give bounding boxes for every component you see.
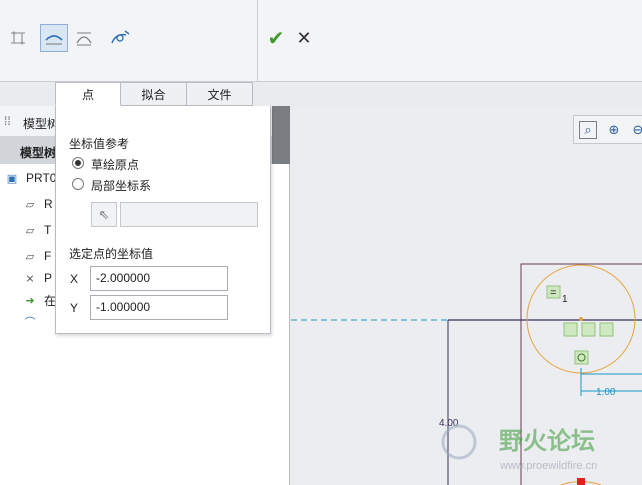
tree-item-part[interactable]: ▣ PRT0	[4, 167, 57, 189]
cancel-button[interactable]: ✕	[293, 26, 315, 50]
model-tree-title: 模型树	[23, 117, 60, 131]
cursor-arrow-icon: ⇖	[98, 206, 110, 222]
tab-bar: 点 拟合 文件	[55, 82, 253, 106]
tab-point[interactable]: 点	[55, 82, 121, 106]
constraint-index: 1	[562, 294, 568, 305]
close-icon: ✕	[296, 27, 312, 48]
tree-item-insert-here[interactable]: ➜ 在	[22, 289, 56, 311]
constraint-horizontal-box[interactable]	[599, 322, 614, 337]
select-ref-button[interactable]: ⇖	[91, 202, 117, 227]
zoom-out-icon[interactable]: ⊖	[629, 121, 642, 139]
dimension-horizontal[interactable]: 1.00	[596, 387, 616, 398]
tree-item-sketch[interactable]: ⌒	[22, 311, 44, 333]
watermark: 野火论坛 www.proewildfire.cn	[441, 424, 597, 472]
local-csys-radio[interactable]	[72, 178, 84, 190]
watermark-url: www.proewildfire.cn	[499, 460, 597, 472]
local-csys-radio-label: 局部坐标系	[91, 179, 152, 193]
tree-item-label: F	[44, 249, 52, 263]
origin-radio[interactable]	[72, 157, 84, 169]
insert-here-icon: ➜	[25, 294, 35, 307]
y-value-field[interactable]: -1.000000	[90, 295, 228, 320]
x-label: X	[70, 272, 79, 286]
datum-plane-icon: ▱	[25, 250, 35, 263]
tab-fit[interactable]: 拟合	[121, 82, 187, 106]
check-icon: ✔	[267, 27, 285, 50]
part-icon: ▣	[6, 172, 18, 185]
ribbon: ✔ ✕	[0, 0, 642, 82]
constraint-equal: =	[550, 287, 556, 299]
tab-file[interactable]: 文件	[187, 82, 253, 106]
tangency-icon[interactable]	[70, 24, 98, 52]
datum-plane-icon: ▱	[25, 224, 35, 237]
tree-layers-icon: ⁞⁞	[4, 114, 11, 128]
graphics-window[interactable]: = 1 4.00 1.00 野火论坛 www.proewildfire.cn	[291, 106, 642, 485]
tree-item-csys[interactable]: ⨯ P	[22, 267, 52, 289]
view-toolbar: ⌕ ⊕ ⊖	[573, 115, 642, 144]
point-icon-disabled[interactable]	[4, 24, 32, 52]
tree-item-label: P	[44, 271, 53, 285]
marker	[577, 478, 585, 485]
sketch-canvas: = 1 4.00 1.00 野火论坛 www.proewildfire.cn	[291, 263, 642, 485]
constraint-vertical-box[interactable]	[563, 322, 578, 337]
zoom-in-icon[interactable]: ⊕	[605, 121, 623, 139]
point-panel: 坐标值参考 草绘原点 局部坐标系 ⇖ 选定点的坐标值 X -2.000000 Y…	[55, 106, 271, 334]
origin-radio-label: 草绘原点	[91, 158, 140, 172]
x-value-field[interactable]: -2.000000	[90, 266, 228, 291]
csys-icon: ⨯	[25, 272, 35, 285]
value-title: 选定点的坐标值	[69, 247, 154, 261]
sketch-point[interactable]	[579, 317, 583, 321]
watermark-title: 野火论坛	[499, 427, 595, 455]
sketch-icon: ⌒	[24, 317, 36, 329]
tree-item-label: PRT0	[26, 171, 57, 185]
ok-button[interactable]: ✔	[264, 26, 288, 50]
refit-icon[interactable]: ⌕	[579, 121, 597, 139]
tree-item-datum-right[interactable]: ▱ R	[22, 193, 53, 215]
y-label: Y	[70, 301, 79, 315]
sketch-settings-icon[interactable]	[106, 24, 134, 52]
tree-item-label: R	[44, 197, 53, 211]
csys-reference-field[interactable]	[120, 202, 258, 227]
tree-item-label: T	[44, 223, 52, 237]
datum-plane-icon: ▱	[25, 198, 35, 211]
model-tree-subtitle: 模型树	[20, 146, 57, 160]
constraint-point-box[interactable]	[574, 350, 589, 365]
ribbon-spline-group	[0, 0, 258, 82]
spline-curve-icon[interactable]	[40, 24, 68, 52]
ref-title: 坐标值参考	[69, 137, 130, 151]
panel-scrollbar[interactable]	[272, 106, 290, 164]
constraint-horizontal-box[interactable]	[581, 322, 596, 337]
tree-item-datum-front[interactable]: ▱ F	[22, 245, 52, 267]
tree-item-datum-top[interactable]: ▱ T	[22, 219, 52, 241]
